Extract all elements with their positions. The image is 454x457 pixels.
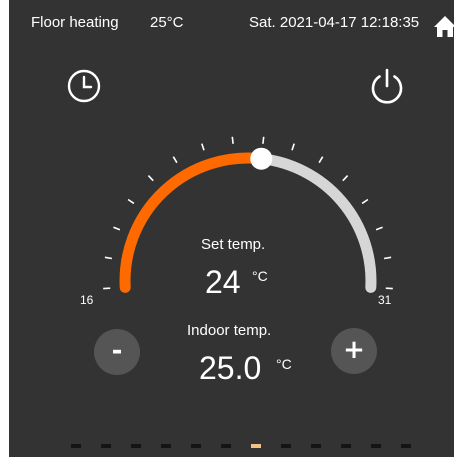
dial-knob[interactable] — [250, 147, 273, 170]
dial-tick — [375, 226, 383, 231]
page-dot[interactable] — [311, 444, 321, 448]
temperature-dial[interactable] — [9, 0, 454, 457]
page-dot[interactable] — [71, 444, 81, 448]
dial-tick — [201, 143, 205, 151]
dial-tick — [383, 256, 392, 260]
dial-active-arc — [119, 152, 267, 293]
set-temp-value: 24 — [205, 264, 241, 300]
thermostat-screen: Floor heating 25°C Sat. 2021-04-17 12:18… — [9, 0, 454, 457]
increase-button[interactable]: + — [331, 328, 377, 374]
page-dot[interactable] — [131, 444, 141, 448]
dial-tick — [342, 175, 349, 182]
indoor-temp-unit: °C — [276, 356, 292, 372]
dial-tick — [127, 198, 135, 205]
page-dot[interactable] — [251, 444, 261, 448]
indoor-temp-label: Indoor temp. — [187, 322, 272, 339]
dial-min-label: 16 — [80, 293, 94, 307]
dial-max-label: 31 — [378, 293, 392, 307]
dial-tick — [113, 226, 121, 231]
page-dot[interactable] — [401, 444, 411, 448]
dial-tick — [262, 136, 265, 144]
page-dot[interactable] — [371, 444, 381, 448]
dial-tick — [147, 175, 154, 182]
dial-inactive-arc — [255, 153, 377, 293]
page-dot[interactable] — [221, 444, 231, 448]
decrease-button[interactable]: - — [94, 329, 140, 375]
dial-tick — [318, 156, 324, 164]
indoor-temp-value: 25.0 — [199, 350, 262, 386]
page-dot[interactable] — [191, 444, 201, 448]
dial-tick — [172, 156, 178, 164]
dial-tick — [231, 136, 234, 144]
set-temp-label: Set temp. — [201, 236, 266, 253]
page-dot[interactable] — [161, 444, 171, 448]
dial-tick — [104, 256, 113, 260]
page-dot[interactable] — [101, 444, 111, 448]
page-dot[interactable] — [341, 444, 351, 448]
dial-tick — [291, 143, 295, 151]
page-dot[interactable] — [281, 444, 291, 448]
page-indicator — [71, 444, 411, 448]
dial-tick — [361, 198, 369, 205]
set-temp-unit: °C — [252, 268, 268, 284]
